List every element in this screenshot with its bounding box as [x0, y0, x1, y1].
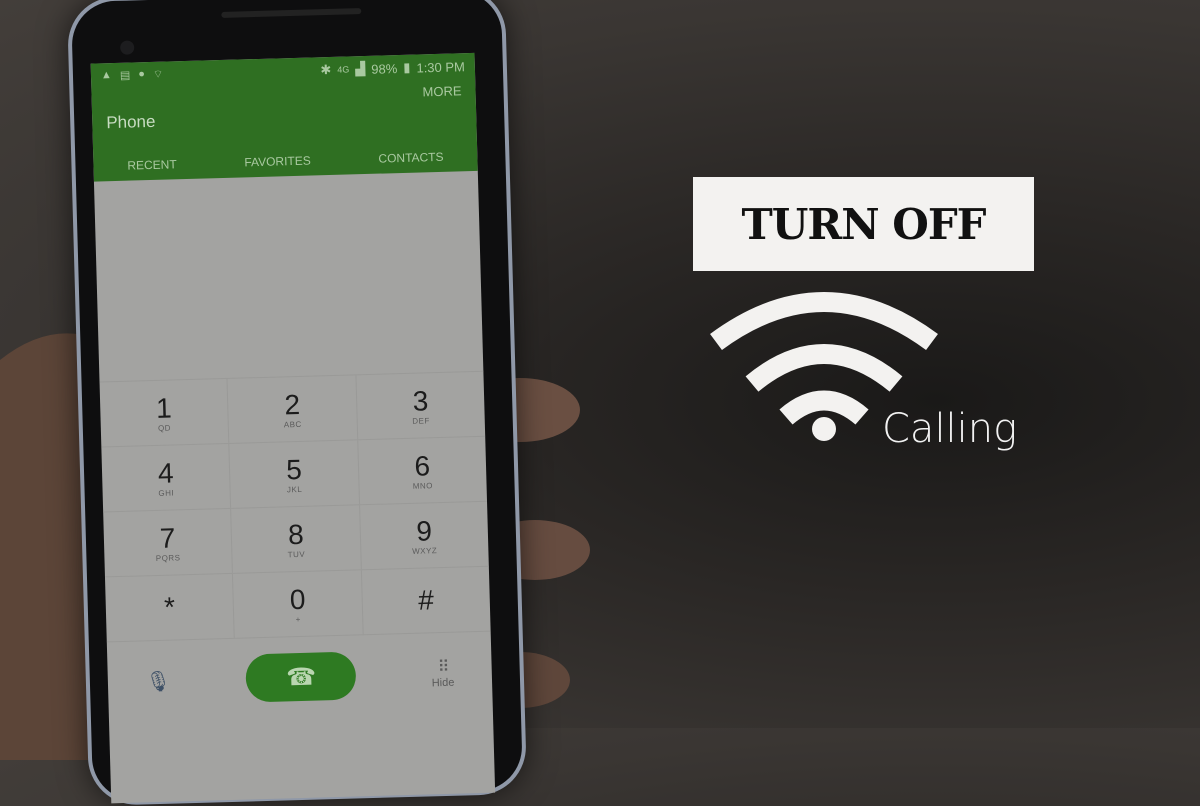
dialpad-icon: ⠿ [437, 658, 448, 677]
phone-icon: ☎ [285, 663, 317, 691]
sync-icon: ● [138, 68, 146, 81]
key-letters: WXYZ [412, 545, 438, 556]
keypad-row: 4 GHI 5 JKL 6 MNO [101, 435, 487, 512]
app-title: Phone [106, 111, 156, 133]
key-digit: 2 [283, 388, 301, 420]
key-8[interactable]: 8 TUV [231, 505, 362, 573]
key-5[interactable]: 5 JKL [229, 440, 360, 508]
key-6[interactable]: 6 MNO [358, 437, 487, 505]
key-letters: JKL [286, 484, 303, 494]
key-9[interactable]: 9 WXYZ [360, 502, 489, 570]
key-star[interactable]: * [104, 573, 236, 642]
key-7[interactable]: 7 PQRS [103, 508, 234, 577]
key-letters: ABC [283, 419, 302, 429]
key-digit: 1 [155, 392, 173, 424]
key-digit: 7 [159, 521, 176, 554]
video-call-icon[interactable]: 🎙 [145, 668, 171, 694]
key-3[interactable]: 3 DEF [356, 372, 485, 440]
banner-text: TURN OFF [741, 199, 986, 249]
key-hash[interactable]: # [362, 567, 491, 635]
wifi-arc-outer [710, 292, 938, 351]
alert-icon: ▲ [100, 69, 113, 82]
dial-keypad: 1 QD 2 ABC 3 DEF 4 GHI 5 JKL 6 MNO 7 PQRS 8 TUV … [99, 370, 493, 723]
front-camera [120, 40, 135, 55]
turn-off-banner: TURN OFF [693, 177, 1034, 271]
4g-icon: 4G [337, 64, 350, 75]
wifi-arc-middle [745, 344, 903, 392]
app-bar: ▲ ▤ ● ⌔ ✱ 4G ▟ 98% ▮ 1:30 PM Phone MORE … [90, 52, 478, 182]
hide-keypad-button[interactable]: ⠿ Hide [431, 657, 455, 690]
hide-label: Hide [431, 676, 455, 690]
speaker [221, 8, 362, 18]
tab-bar: RECENT FAVORITES CONTACTS [93, 149, 477, 174]
call-button[interactable]: ☎ [245, 651, 357, 703]
key-digit: 4 [157, 456, 174, 489]
tab-recent[interactable]: RECENT [127, 157, 177, 172]
status-bar: ▲ ▤ ● ⌔ ✱ 4G ▟ 98% ▮ 1:30 PM [91, 53, 476, 90]
clock: 1:30 PM [416, 58, 466, 76]
tab-contacts[interactable]: CONTACTS [378, 150, 443, 166]
key-digit: 6 [414, 449, 431, 482]
phone-screen: ▲ ▤ ● ⌔ ✱ 4G ▟ 98% ▮ 1:30 PM Phone MORE … [90, 52, 496, 804]
key-digit: 9 [415, 514, 433, 547]
key-2[interactable]: 2 ABC [227, 375, 358, 443]
key-letters: DEF [412, 415, 430, 426]
tab-favorites[interactable]: FAVORITES [244, 154, 311, 170]
keypad-row: 7 PQRS 8 TUV 9 WXYZ [103, 500, 489, 577]
calling-label: Calling [882, 406, 1018, 452]
signal-icon: ▟ [355, 60, 366, 77]
phone: ▲ ▤ ● ⌔ ✱ 4G ▟ 98% ▮ 1:30 PM Phone MORE … [66, 0, 528, 806]
more-button[interactable]: MORE [422, 83, 461, 99]
key-letters: + [295, 614, 301, 624]
key-letters: PQRS [155, 552, 181, 563]
wifi-dot [812, 417, 836, 441]
key-letters: QD [157, 423, 172, 433]
key-digit: 8 [287, 518, 305, 550]
key-4[interactable]: 4 GHI [101, 443, 232, 512]
key-0[interactable]: 0 + [233, 570, 364, 638]
keypad-row: * 0 + # [104, 565, 491, 642]
key-digit: 3 [412, 384, 429, 417]
battery-icon: ▮ [403, 59, 411, 75]
dialer-actions: 🎙 ☎ ⠿ Hide [106, 630, 493, 723]
key-digit: # [417, 584, 435, 616]
key-letters: GHI [158, 487, 175, 498]
bluetooth-icon: ✱ [320, 61, 332, 78]
wifi-calling-icon: ⌔ [152, 68, 164, 81]
key-letters: TUV [287, 549, 306, 559]
key-digit: 5 [285, 453, 303, 485]
message-icon: ▤ [119, 69, 131, 82]
wifi-arc-inner [779, 390, 869, 425]
battery-percent: 98% [371, 60, 398, 77]
key-digit: 0 [289, 583, 306, 615]
key-1[interactable]: 1 QD [99, 378, 230, 447]
key-digit: * [163, 591, 176, 623]
keypad-row: 1 QD 2 ABC 3 DEF [99, 370, 486, 447]
key-letters: MNO [412, 480, 434, 491]
